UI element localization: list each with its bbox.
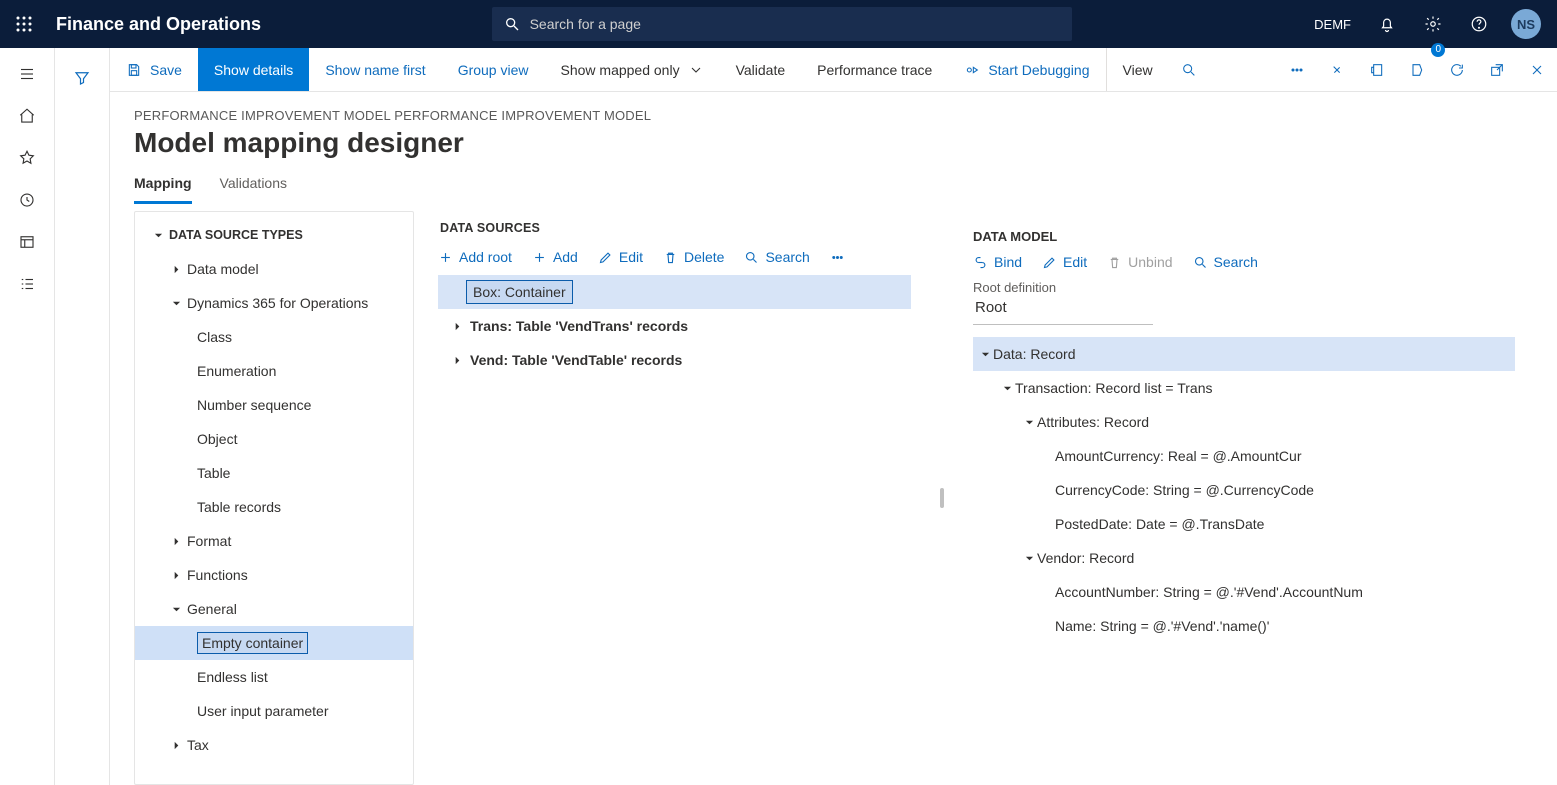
type-general[interactable]: General <box>135 592 413 626</box>
unbind-button: Unbind <box>1107 254 1172 270</box>
ds-more-button[interactable] <box>830 250 845 265</box>
nav-rail <box>0 48 55 785</box>
chevron-down-icon <box>688 62 704 78</box>
tabs: Mapping Validations <box>134 169 1533 205</box>
global-search[interactable]: Search for a page <box>492 7 1072 41</box>
type-tax[interactable]: Tax <box>135 728 413 762</box>
data-sources-toolbar: Add root Add Edit Delete Search <box>438 243 911 275</box>
data-sources-tree: Box: Container Trans: Table 'VendTrans' … <box>438 275 911 785</box>
ds-box[interactable]: Box: Container <box>438 275 911 309</box>
validate-button[interactable]: Validate <box>720 48 802 91</box>
performance-trace-button[interactable]: Performance trace <box>801 48 948 91</box>
dm-account[interactable]: AccountNumber: String = @.'#Vend'.Accoun… <box>973 575 1515 609</box>
add-root-button[interactable]: Add root <box>438 249 512 265</box>
debug-icon <box>964 62 980 78</box>
data-source-types-tree: DATA SOURCE TYPES Data model Dynamics 36… <box>134 211 414 785</box>
filter-rail <box>55 48 110 785</box>
brand-title: Finance and Operations <box>56 14 261 35</box>
tab-mapping[interactable]: Mapping <box>134 169 192 204</box>
dm-name[interactable]: Name: String = @.'#Vend'.'name()' <box>973 609 1515 643</box>
type-table-records[interactable]: Table records <box>135 490 413 524</box>
recent-icon[interactable] <box>7 182 47 218</box>
app-launcher-icon[interactable] <box>8 8 40 40</box>
dm-attributes[interactable]: Attributes: Record <box>973 405 1515 439</box>
bind-button[interactable]: Bind <box>973 254 1022 270</box>
show-details-button[interactable]: Show details <box>198 48 309 91</box>
workspaces-icon[interactable] <box>7 224 47 260</box>
dm-vendor[interactable]: Vendor: Record <box>973 541 1515 575</box>
breadcrumb: PERFORMANCE IMPROVEMENT MODEL PERFORMANC… <box>134 108 1533 123</box>
data-model-toolbar: Bind Edit Unbind Search <box>973 254 1515 270</box>
type-format[interactable]: Format <box>135 524 413 558</box>
dm-posted[interactable]: PostedDate: Date = @.TransDate <box>973 507 1515 541</box>
edit-button[interactable]: Edit <box>598 249 643 265</box>
delete-button[interactable]: Delete <box>663 249 724 265</box>
office-icon[interactable] <box>1357 48 1397 91</box>
type-user-input[interactable]: User input parameter <box>135 694 413 728</box>
save-label: Save <box>150 62 182 78</box>
company-picker[interactable]: DEMF <box>1302 17 1363 32</box>
data-sources-title: DATA SOURCES <box>440 221 911 235</box>
root-definition-value[interactable]: Root <box>973 295 1153 325</box>
more-icon[interactable] <box>1277 48 1317 91</box>
type-enumeration[interactable]: Enumeration <box>135 354 413 388</box>
gear-icon[interactable] <box>1411 0 1455 48</box>
type-table[interactable]: Table <box>135 456 413 490</box>
toolbar-search-icon[interactable] <box>1169 48 1209 91</box>
filter-icon[interactable] <box>62 60 102 96</box>
modules-icon[interactable] <box>7 266 47 302</box>
page-title: Model mapping designer <box>134 127 1533 159</box>
type-number-sequence[interactable]: Number sequence <box>135 388 413 422</box>
messages-count: 0 <box>1431 43 1445 57</box>
start-debugging-button[interactable]: Start Debugging <box>948 48 1105 91</box>
save-button[interactable]: Save <box>110 48 198 91</box>
root-definition-label: Root definition <box>973 280 1515 295</box>
hamburger-icon[interactable] <box>7 56 47 92</box>
type-d365[interactable]: Dynamics 365 for Operations <box>135 286 413 320</box>
show-name-first-button[interactable]: Show name first <box>309 48 441 91</box>
type-object[interactable]: Object <box>135 422 413 456</box>
star-icon[interactable] <box>7 140 47 176</box>
dm-amount[interactable]: AmountCurrency: Real = @.AmountCur <box>973 439 1515 473</box>
splitter[interactable] <box>935 211 949 785</box>
type-functions[interactable]: Functions <box>135 558 413 592</box>
type-class[interactable]: Class <box>135 320 413 354</box>
data-model-tree: Data: Record Transaction: Record list = … <box>973 337 1515 643</box>
dm-currency[interactable]: CurrencyCode: String = @.CurrencyCode <box>973 473 1515 507</box>
popout-icon[interactable] <box>1477 48 1517 91</box>
home-icon[interactable] <box>7 98 47 134</box>
group-view-button[interactable]: Group view <box>442 48 545 91</box>
dm-transaction[interactable]: Transaction: Record list = Trans <box>973 371 1515 405</box>
type-data-model[interactable]: Data model <box>135 252 413 286</box>
type-endless-list[interactable]: Endless list <box>135 660 413 694</box>
attach-icon[interactable] <box>1317 48 1357 91</box>
global-header: Finance and Operations Search for a page… <box>0 0 1557 48</box>
dm-edit-button[interactable]: Edit <box>1042 254 1087 270</box>
data-model-title: DATA MODEL <box>973 229 1515 244</box>
view-button[interactable]: View <box>1106 48 1169 91</box>
dm-search-button[interactable]: Search <box>1193 254 1258 270</box>
tab-validations[interactable]: Validations <box>220 169 287 204</box>
type-empty-container[interactable]: Empty container <box>135 626 413 660</box>
help-icon[interactable] <box>1457 0 1501 48</box>
command-bar: Save Show details Show name first Group … <box>110 48 1557 92</box>
ds-vend[interactable]: Vend: Table 'VendTable' records <box>438 343 911 377</box>
ds-search-button[interactable]: Search <box>744 249 809 265</box>
user-avatar[interactable]: NS <box>1511 9 1541 39</box>
add-button[interactable]: Add <box>532 249 578 265</box>
close-icon[interactable] <box>1517 48 1557 91</box>
bell-icon[interactable] <box>1365 0 1409 48</box>
search-placeholder: Search for a page <box>530 16 641 32</box>
dm-data[interactable]: Data: Record <box>973 337 1515 371</box>
ds-trans[interactable]: Trans: Table 'VendTrans' records <box>438 309 911 343</box>
types-header[interactable]: DATA SOURCE TYPES <box>135 218 413 252</box>
messages-icon[interactable]: 0 <box>1397 48 1437 91</box>
show-mapped-only-dropdown[interactable]: Show mapped only <box>545 48 720 91</box>
